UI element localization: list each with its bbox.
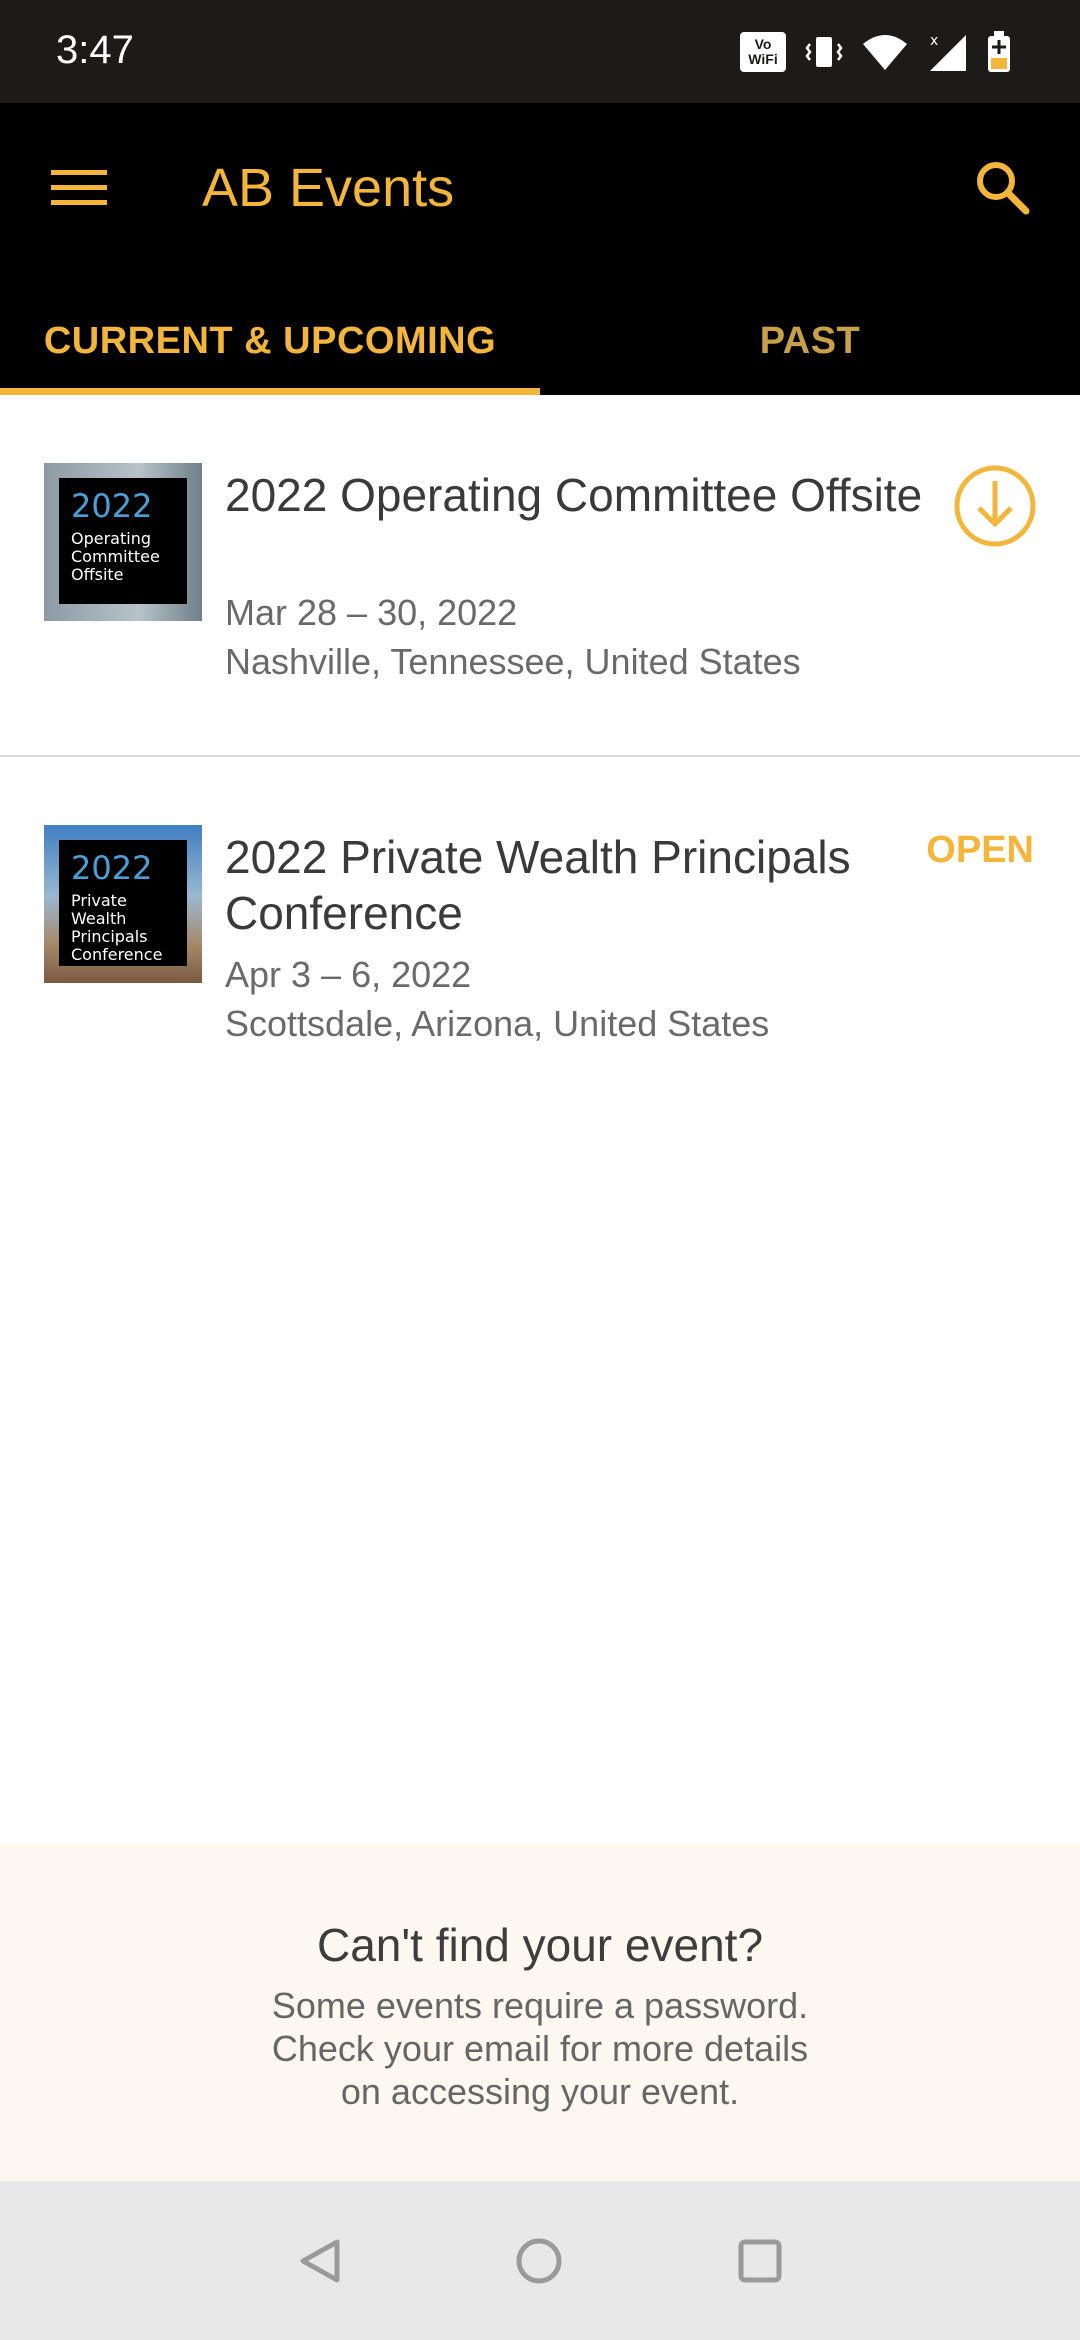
download-icon xyxy=(954,465,1036,547)
help-line: on accessing your event. xyxy=(340,2071,740,2112)
vowifi-icon: Vo WiFi xyxy=(740,32,786,72)
home-icon xyxy=(516,2238,562,2284)
recents-button[interactable] xyxy=(724,2225,796,2297)
event-dates: Mar 28 – 30, 2022 xyxy=(225,592,518,633)
event-item[interactable]: 2022 Operating Committee Offsite 2022 Op… xyxy=(0,395,1080,757)
hamburger-menu-icon xyxy=(51,170,107,205)
home-button[interactable] xyxy=(503,2225,575,2297)
download-button[interactable] xyxy=(952,463,1038,549)
open-button[interactable]: OPEN xyxy=(926,829,1034,872)
help-line: Check your email for more details xyxy=(271,2028,809,2069)
battery-charging-icon xyxy=(988,31,1010,72)
tab-bar: CURRENT & UPCOMING PAST xyxy=(0,288,1080,395)
back-icon xyxy=(300,2239,340,2283)
search-button[interactable] xyxy=(964,149,1040,225)
event-location: Nashville, Tennessee, United States xyxy=(225,641,801,682)
help-body: Some events require a password. Check yo… xyxy=(0,1984,1080,2113)
tab-past[interactable]: PAST xyxy=(540,288,1080,395)
event-item[interactable]: 2022 Private Wealth Principals Conferenc… xyxy=(0,757,1080,1119)
app-bar: AB Events CURRENT & UPCOMING PAST xyxy=(0,103,1080,395)
svg-text:x: x xyxy=(930,33,938,49)
status-time: 3:47 xyxy=(56,28,134,72)
menu-button[interactable] xyxy=(44,153,114,223)
search-icon xyxy=(977,162,1030,215)
event-thumbnail: 2022 Private Wealth Principals Conferenc… xyxy=(44,825,202,983)
status-icons: Vo WiFi x xyxy=(740,28,1012,76)
recents-icon xyxy=(738,2239,782,2283)
vibrate-icon xyxy=(805,37,843,67)
app-title: AB Events xyxy=(202,158,455,218)
event-title: 2022 Operating Committee Offsite xyxy=(225,469,923,521)
signal-icon: x xyxy=(930,33,966,71)
event-list: 2022 Operating Committee Offsite 2022 Op… xyxy=(0,395,1080,1119)
tab-current-upcoming[interactable]: CURRENT & UPCOMING xyxy=(0,288,540,395)
back-button[interactable] xyxy=(284,2225,356,2297)
help-title: Can't find your event? xyxy=(316,1919,764,1971)
wifi-icon xyxy=(863,35,907,70)
event-dates: Apr 3 – 6, 2022 xyxy=(225,954,472,995)
status-bar: 3:47 Vo WiFi x xyxy=(0,0,1080,103)
event-thumbnail: 2022 Operating Committee Offsite xyxy=(44,463,202,621)
event-title: 2022 Private Wealth Principals Conferenc… xyxy=(225,831,851,939)
help-panel: Can't find your event? Some events requi… xyxy=(0,1843,1080,2181)
help-line: Some events require a password. xyxy=(271,1985,809,2026)
event-location: Scottsdale, Arizona, United States xyxy=(225,1003,770,1044)
system-nav-bar xyxy=(0,2181,1080,2340)
